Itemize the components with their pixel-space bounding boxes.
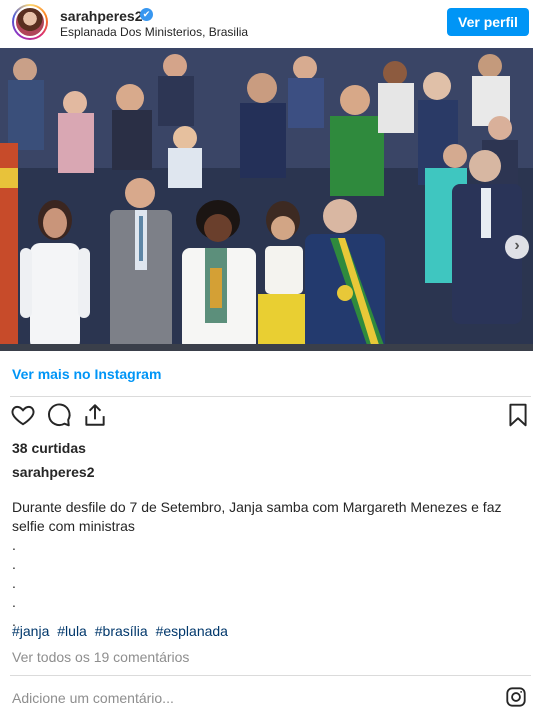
divider xyxy=(10,396,531,397)
caption-dot-line: . xyxy=(12,537,16,553)
view-profile-button[interactable]: Ver perfil xyxy=(447,8,529,36)
bookmark-icon[interactable] xyxy=(505,402,533,430)
view-comments-link[interactable]: Ver todos os 19 comentários xyxy=(12,649,189,665)
caption-dot-line: . xyxy=(12,556,16,572)
post-photo[interactable]: › xyxy=(0,48,533,351)
action-bar xyxy=(0,402,533,434)
caption-username[interactable]: sarahperes2 xyxy=(12,464,95,480)
hashtag-link[interactable]: #janja xyxy=(12,623,49,639)
caption-text: Durante desfile do 7 de Setembro, Janja … xyxy=(12,499,502,534)
comment-icon[interactable] xyxy=(46,402,74,430)
hashtag-link[interactable]: #esplanada xyxy=(156,623,228,639)
likes-count[interactable]: 38 curtidas xyxy=(12,440,86,456)
location-link[interactable]: Esplanada Dos Ministerios, Brasilia xyxy=(60,25,248,39)
caption-dots: . . . . . xyxy=(12,536,16,631)
photo-illustration xyxy=(0,48,533,351)
add-comment-field[interactable]: Adicione um comentário... xyxy=(12,690,174,706)
caption-dot-line: . xyxy=(12,594,16,610)
caption-dot-line: . xyxy=(12,575,16,591)
hashtags: #janja #lula #brasília #esplanada xyxy=(12,623,232,639)
verified-badge-icon: ✔ xyxy=(140,8,153,21)
carousel-next-icon[interactable]: › xyxy=(505,235,529,259)
divider xyxy=(10,675,531,676)
instagram-icon[interactable] xyxy=(505,686,527,708)
see-more-link[interactable]: Ver mais no Instagram xyxy=(12,366,161,382)
avatar-image xyxy=(14,6,46,38)
username-link[interactable]: sarahperes2 xyxy=(60,8,143,24)
heart-icon[interactable] xyxy=(10,402,38,430)
post-header: sarahperes2 ✔ Esplanada Dos Ministerios,… xyxy=(0,0,533,46)
instagram-embed: sarahperes2 ✔ Esplanada Dos Ministerios,… xyxy=(0,0,533,717)
hashtag-link[interactable]: #lula xyxy=(57,623,87,639)
share-icon[interactable] xyxy=(82,402,110,430)
avatar[interactable] xyxy=(12,4,48,40)
hashtag-link[interactable]: #brasília xyxy=(95,623,148,639)
